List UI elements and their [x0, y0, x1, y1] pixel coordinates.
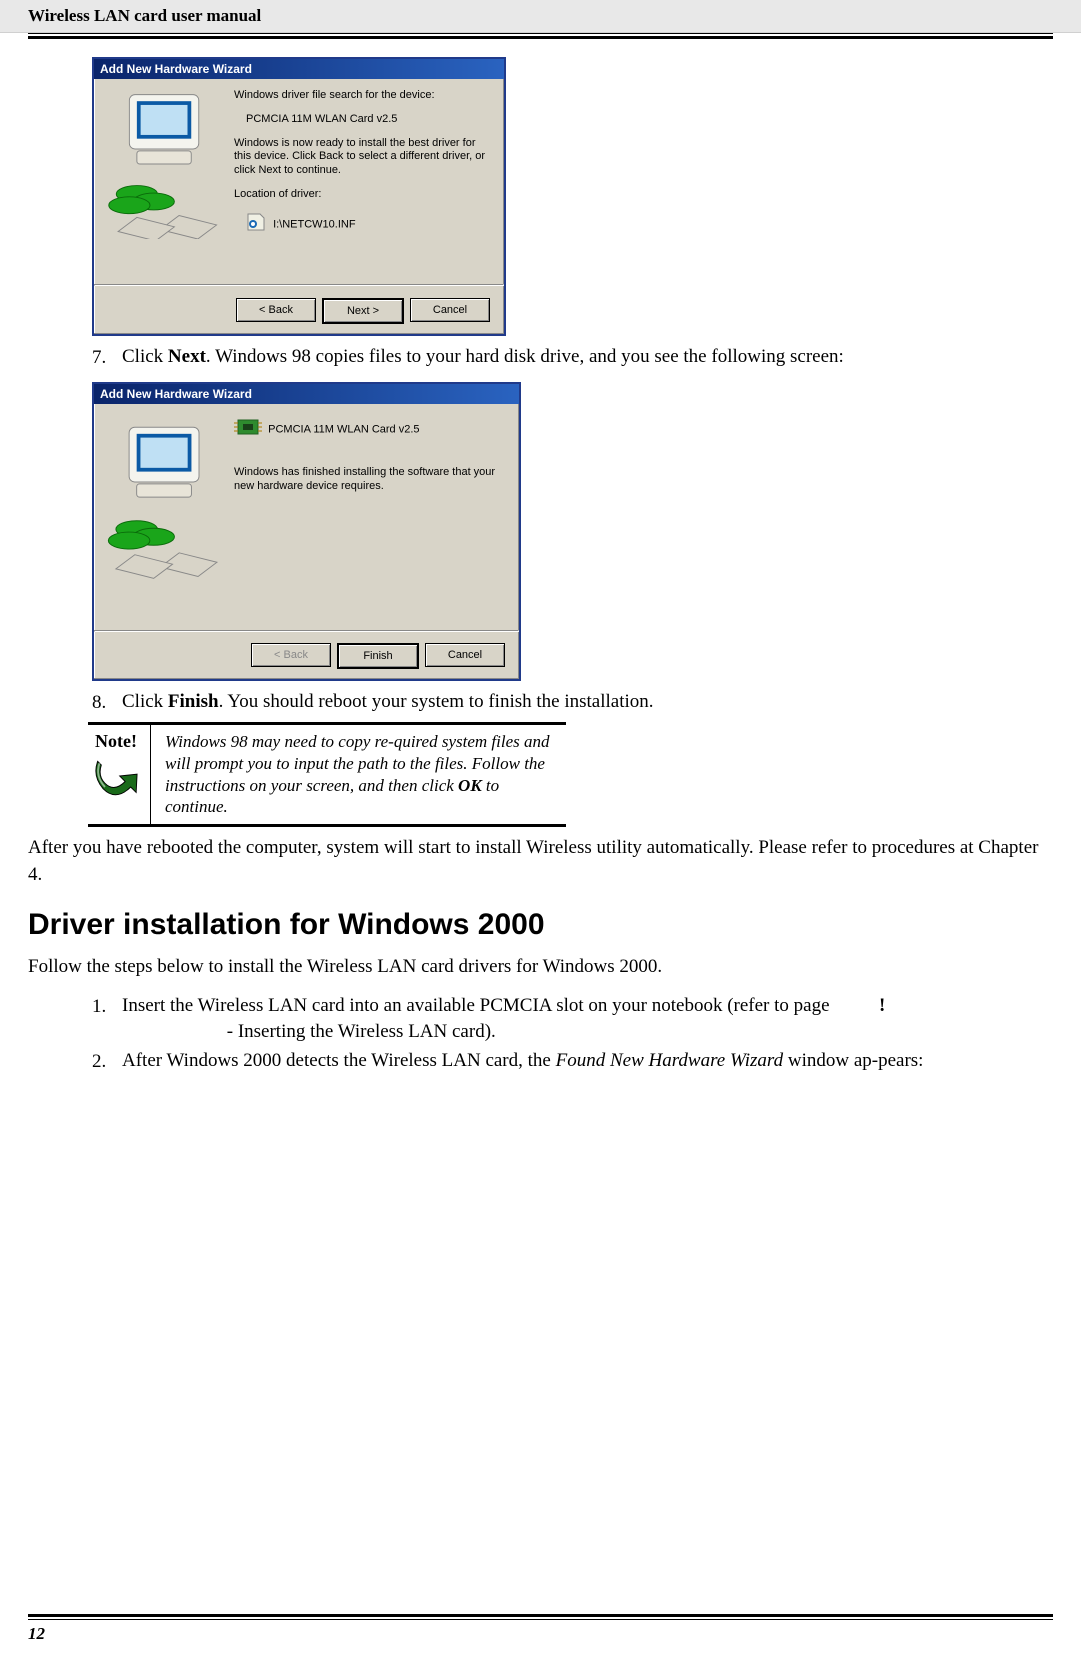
w2k-step-1: 1. Insert the Wireless LAN card into an …	[92, 993, 1053, 1044]
wizard2-finished: Windows has finished installing the soft…	[234, 466, 505, 494]
wizard2-separator	[94, 630, 519, 632]
wizard1-device: PCMCIA 11M WLAN Card v2.5	[246, 113, 490, 127]
page-number: 12	[28, 1624, 45, 1643]
page-header: Wireless LAN card user manual	[0, 0, 1081, 33]
intro-w2k: Follow the steps below to install the Wi…	[28, 954, 1053, 981]
step-number: 1.	[92, 993, 122, 1044]
wizard2-titlebar: Add New Hardware Wizard	[94, 384, 519, 404]
header-rule-thin	[28, 33, 1053, 34]
section-heading-w2k: Driver installation for Windows 2000	[28, 908, 1053, 942]
note-arrow-icon	[88, 754, 144, 798]
step-8: 8. Click Finish. You should reboot your …	[92, 689, 1053, 717]
note-box: Note! Windows 98 may need to copy re-qui…	[88, 722, 566, 827]
next-button[interactable]: Next >	[322, 298, 404, 324]
w2k-step-2: 2. After Windows 2000 detects the Wirele…	[92, 1048, 1053, 1076]
wizard1-loc-label: Location of driver:	[234, 188, 490, 202]
wizard1-separator	[94, 284, 504, 286]
inf-file-icon	[246, 212, 266, 237]
wizard2-side-graphic	[106, 414, 224, 584]
step-number: 8.	[92, 689, 122, 717]
device-chip-icon	[234, 416, 262, 443]
wizard1-titlebar: Add New Hardware Wizard	[94, 59, 504, 79]
wizard1-ready: Windows is now ready to install the best…	[234, 137, 490, 178]
cancel-button[interactable]: Cancel	[425, 643, 505, 667]
step-7: 7. Click Next. Windows 98 copies files t…	[92, 344, 1053, 372]
step-number: 2.	[92, 1048, 122, 1076]
wizard-screenshot-1: Add New Hardware Wizard	[92, 57, 506, 336]
wizard1-loc-path: I:\NETCW10.INF	[273, 218, 356, 230]
wizard1-line1: Windows driver file search for the devic…	[234, 89, 490, 103]
wizard1-side-graphic	[106, 89, 224, 239]
wizard2-device: PCMCIA 11M WLAN Card v2.5	[268, 423, 419, 435]
step-number: 7.	[92, 344, 122, 372]
wizard-screenshot-2: Add New Hardware Wizard	[92, 382, 521, 681]
back-button-disabled: < Back	[251, 643, 331, 667]
page-footer: 12	[0, 1614, 1081, 1644]
cancel-button[interactable]: Cancel	[410, 298, 490, 322]
after-reboot-paragraph: After you have rebooted the computer, sy…	[28, 835, 1053, 888]
note-label: Note!	[88, 731, 144, 752]
note-text: Windows 98 may need to copy re-quired sy…	[151, 725, 566, 824]
finish-button[interactable]: Finish	[337, 643, 419, 669]
back-button[interactable]: < Back	[236, 298, 316, 322]
header-title: Wireless LAN card user manual	[28, 6, 261, 25]
